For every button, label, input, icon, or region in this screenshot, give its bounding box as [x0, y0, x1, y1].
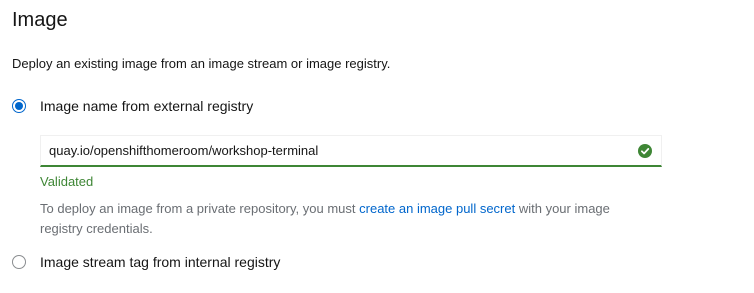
private-repo-helper-text: To deploy an image from a private reposi… — [40, 199, 640, 239]
radio-button-checked[interactable] — [12, 99, 26, 113]
image-name-input[interactable] — [41, 136, 661, 165]
helper-text-before: To deploy an image from a private reposi… — [40, 201, 360, 216]
check-circle-icon — [638, 144, 652, 158]
radio-external-registry[interactable]: Image name from external registry — [12, 97, 253, 115]
deploy-image-section: Image Deploy an existing image from an i… — [0, 0, 754, 293]
create-pull-secret-link[interactable]: create an image pull secret — [359, 201, 515, 216]
radio-internal-registry[interactable]: Image stream tag from internal registry — [12, 253, 280, 271]
image-name-field — [40, 135, 662, 167]
validated-status: Validated — [40, 174, 94, 189]
radio-label-internal-registry: Image stream tag from internal registry — [40, 254, 281, 270]
section-description: Deploy an existing image from an image s… — [12, 56, 391, 71]
section-title: Image — [12, 9, 68, 31]
radio-button-unchecked[interactable] — [12, 255, 26, 269]
radio-label-external-registry: Image name from external registry — [40, 98, 254, 114]
